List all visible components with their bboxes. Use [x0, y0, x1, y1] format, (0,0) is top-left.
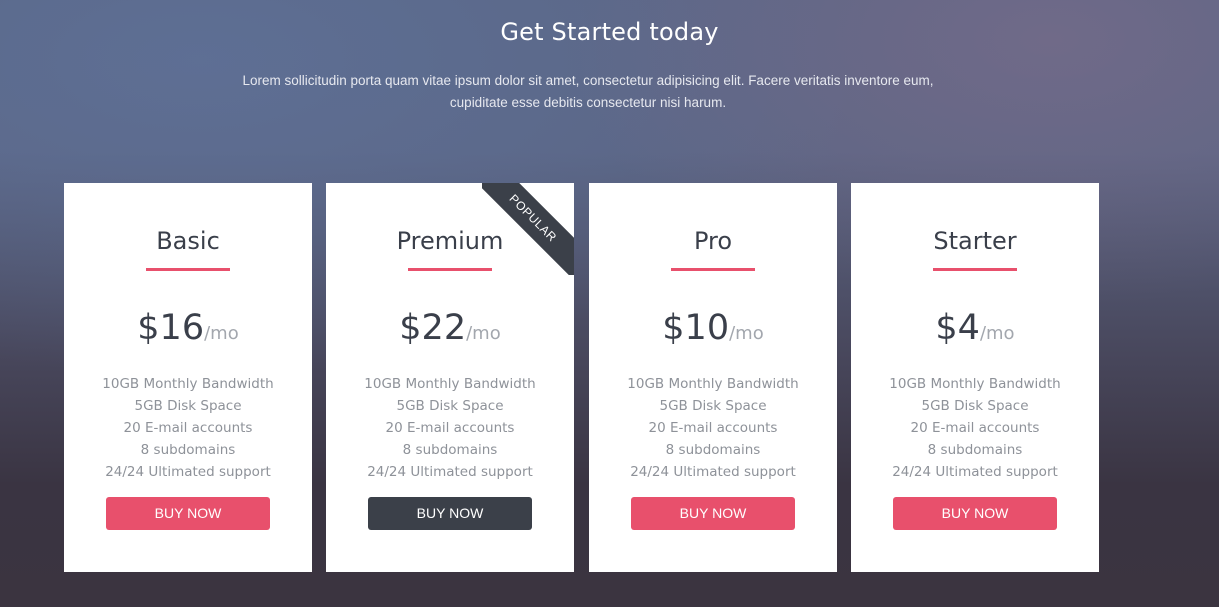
feature-item: 10GB Monthly Bandwidth: [364, 376, 536, 392]
plan-name: Premium: [396, 227, 504, 255]
feature-item: 8 subdomains: [927, 442, 1023, 458]
feature-item: 20 E-mail accounts: [648, 420, 778, 436]
feature-item: 24/24 Ultimated support: [105, 464, 271, 480]
feature-item: 24/24 Ultimated support: [630, 464, 796, 480]
feature-list: 10GB Monthly Bandwidth 5GB Disk Space 20…: [851, 373, 1099, 483]
buy-now-button-premium[interactable]: BUY NOW: [368, 497, 532, 530]
price-period: /mo: [979, 323, 1015, 344]
feature-item: 24/24 Ultimated support: [892, 464, 1058, 480]
plan-price: $4/mo: [851, 308, 1099, 348]
plan-price: $10/mo: [589, 308, 837, 348]
plan-name: Pro: [693, 227, 733, 255]
price-amount: $22: [399, 308, 467, 348]
pricing-card-premium: POPULAR Premium $22/mo 10GB Monthly Band…: [326, 183, 574, 572]
feature-item: 5GB Disk Space: [134, 398, 242, 414]
feature-item: 20 E-mail accounts: [910, 420, 1040, 436]
feature-item: 10GB Monthly Bandwidth: [889, 376, 1061, 392]
feature-item: 8 subdomains: [402, 442, 498, 458]
feature-item: 5GB Disk Space: [396, 398, 504, 414]
feature-item: 20 E-mail accounts: [385, 420, 515, 436]
feature-item: 24/24 Ultimated support: [367, 464, 533, 480]
price-period: /mo: [729, 323, 764, 344]
feature-item: 8 subdomains: [665, 442, 761, 458]
plan-name-underline: [408, 268, 492, 271]
plan-price: $22/mo: [326, 308, 574, 348]
plan-name: Basic: [156, 227, 220, 255]
feature-item: 10GB Monthly Bandwidth: [627, 376, 799, 392]
pricing-card-basic: Basic $16/mo 10GB Monthly Bandwidth 5GB …: [64, 183, 312, 572]
feature-item: 20 E-mail accounts: [123, 420, 253, 436]
pricing-card-starter: Starter $4/mo 10GB Monthly Bandwidth 5GB…: [851, 183, 1099, 572]
feature-item: 8 subdomains: [140, 442, 236, 458]
feature-item: 5GB Disk Space: [659, 398, 767, 414]
feature-item: 5GB Disk Space: [921, 398, 1029, 414]
feature-list: 10GB Monthly Bandwidth 5GB Disk Space 20…: [64, 373, 312, 483]
page-subtitle: Lorem sollicitudin porta quam vitae ipsu…: [242, 73, 934, 110]
price-period: /mo: [204, 323, 239, 344]
feature-list: 10GB Monthly Bandwidth 5GB Disk Space 20…: [326, 373, 574, 483]
feature-item: 10GB Monthly Bandwidth: [102, 376, 274, 392]
buy-now-button-basic[interactable]: BUY NOW: [106, 497, 270, 530]
plan-name: Starter: [933, 227, 1017, 255]
pricing-card-pro: Pro $10/mo 10GB Monthly Bandwidth 5GB Di…: [589, 183, 837, 572]
buy-now-button-starter[interactable]: BUY NOW: [893, 497, 1057, 530]
feature-list: 10GB Monthly Bandwidth 5GB Disk Space 20…: [589, 373, 837, 483]
price-amount: $10: [662, 308, 730, 348]
plan-price: $16/mo: [64, 308, 312, 348]
buy-now-button-pro[interactable]: BUY NOW: [631, 497, 795, 530]
plan-name-underline: [671, 268, 755, 271]
price-period: /mo: [466, 323, 501, 344]
price-amount: $16: [137, 308, 205, 348]
plan-name-underline: [146, 268, 230, 271]
price-amount: $4: [935, 308, 980, 348]
page-title: Get Started today: [500, 18, 719, 46]
plan-name-underline: [933, 268, 1017, 271]
